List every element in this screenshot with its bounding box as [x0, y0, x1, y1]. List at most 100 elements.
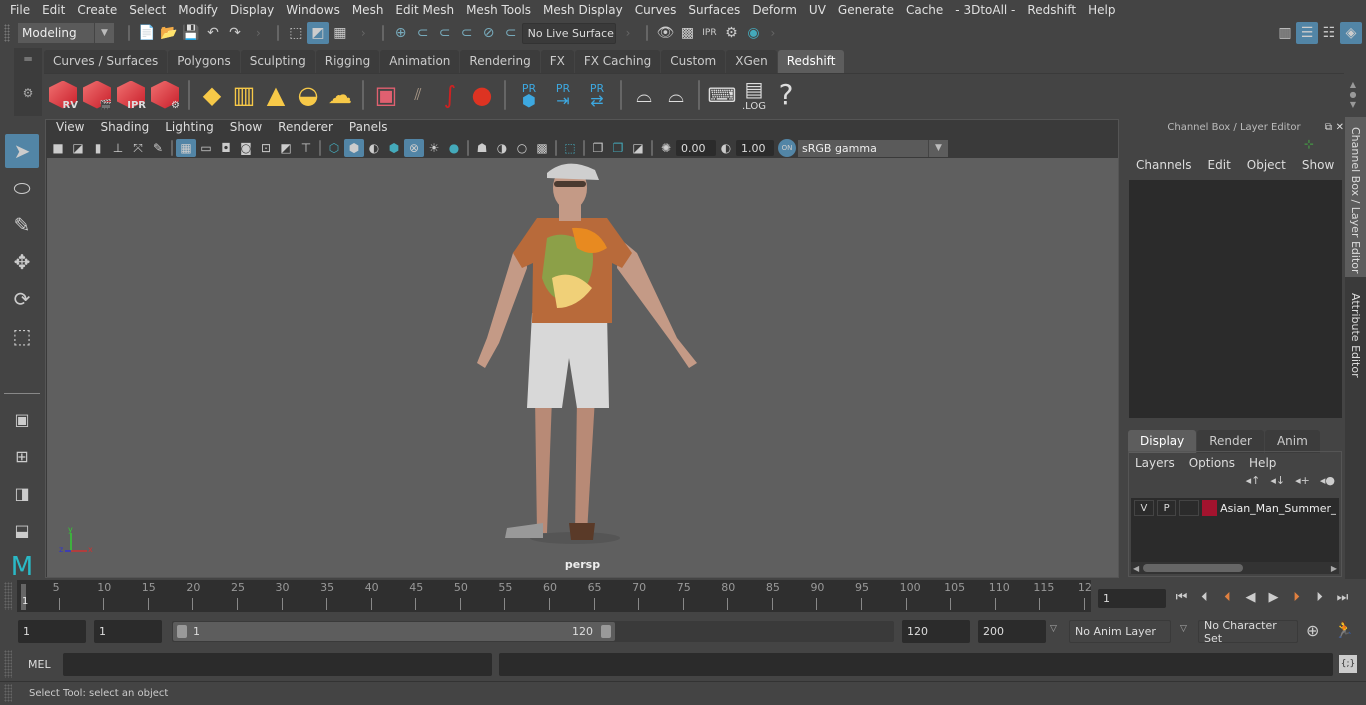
wireframe-icon[interactable]: ⬡	[324, 139, 344, 157]
resolution-gate-icon[interactable]: ◘	[216, 139, 236, 157]
play-forward-icon[interactable]: ▶	[1262, 586, 1285, 609]
anim-layer-dropdown[interactable]: No Anim Layer	[1069, 620, 1171, 643]
spot-light-icon[interactable]: ▲	[260, 77, 292, 113]
area-light-icon[interactable]: ◆	[196, 77, 228, 113]
range-end-handle[interactable]	[601, 625, 611, 638]
range-start-handle[interactable]	[177, 625, 187, 638]
step-back-key-icon[interactable]: ⏴	[1216, 586, 1239, 609]
tab-polygons[interactable]: Polygons	[168, 50, 240, 73]
menu-file[interactable]: File	[4, 3, 36, 17]
move-layer-up-icon[interactable]: ◂↑	[1246, 474, 1261, 492]
outliner-layout-icon[interactable]: ◨	[5, 476, 39, 510]
menu-generate[interactable]: Generate	[832, 3, 900, 17]
layer-display-type-toggle[interactable]	[1179, 500, 1200, 516]
motion-blur-icon[interactable]: ◑	[492, 139, 512, 157]
colorspace-dropdown[interactable]: sRGB gamma ▼	[798, 139, 948, 157]
layer-visibility-toggle[interactable]: V	[1134, 500, 1154, 516]
step-forward-frame-icon[interactable]: ⏵	[1308, 586, 1331, 609]
move-layer-down-icon[interactable]: ◂↓	[1270, 474, 1285, 492]
command-language-toggle[interactable]: MEL	[28, 658, 51, 671]
tab-fx-caching[interactable]: FX Caching	[574, 50, 661, 73]
tab-sculpting[interactable]: Sculpting	[240, 50, 315, 73]
menu-select[interactable]: Select	[123, 3, 172, 17]
character-set-dropdown-icon[interactable]: ▽	[1180, 624, 1187, 634]
channel-menu-object[interactable]: Object	[1247, 158, 1286, 172]
snap-surface-icon[interactable]: ⊘	[478, 22, 500, 44]
viewport-menu-show[interactable]: Show	[222, 120, 270, 138]
proxy-export-button[interactable]: PR ⬢	[512, 82, 546, 108]
collapse-icon[interactable]: ›	[361, 26, 366, 40]
script-editor-icon[interactable]: {;}	[1339, 655, 1357, 673]
safe-action-icon[interactable]: ◩	[276, 139, 296, 157]
new-scene-icon[interactable]: 📄	[136, 22, 158, 44]
channel-list[interactable]	[1129, 180, 1342, 418]
help-icon[interactable]: ?	[770, 77, 802, 113]
menu-uv[interactable]: UV	[803, 3, 832, 17]
select-object-icon[interactable]: ◩	[306, 22, 329, 44]
xray-icon[interactable]: ⬢	[384, 139, 404, 157]
redo-icon[interactable]: ↷	[224, 22, 246, 44]
shelf-scroll[interactable]: ▲ ● ▼	[1346, 80, 1360, 112]
workspace-dropdown[interactable]: Modeling ▼	[18, 23, 114, 43]
select-hierarchy-icon[interactable]: ⬚	[285, 22, 307, 44]
new-layer-icon[interactable]: ◂+	[1295, 474, 1310, 492]
menu-3dtoall[interactable]: - 3DtoAll -	[949, 3, 1021, 17]
redshift-ipr-button[interactable]: IPR	[114, 77, 148, 113]
tab-curves-surfaces[interactable]: Curves / Surfaces	[44, 50, 168, 73]
play-backward-icon[interactable]: ◀	[1239, 586, 1262, 609]
float-panel-icon[interactable]: ⧉	[1325, 122, 1332, 133]
render-current-icon[interactable]: ▩	[676, 22, 698, 44]
go-to-start-icon[interactable]: ⏮	[1170, 586, 1193, 609]
portal-light-icon[interactable]: ▥	[228, 77, 260, 113]
viewport-menu-lighting[interactable]: Lighting	[157, 120, 222, 138]
film-gate-icon[interactable]: ▭	[196, 139, 216, 157]
script-editor-icon[interactable]: ⌨	[706, 77, 738, 113]
tab-fx[interactable]: FX	[540, 50, 574, 73]
mesh-icon[interactable]: ∫	[434, 77, 466, 113]
snap-curve-icon[interactable]: ⊂	[412, 22, 434, 44]
character-set-dropdown[interactable]: No Character Set	[1198, 619, 1298, 645]
proxy-convert-button[interactable]: PR ⇄	[580, 82, 614, 108]
sphere-icon[interactable]: ●	[466, 77, 498, 113]
open-scene-icon[interactable]: 📂	[158, 22, 180, 44]
xray-joints-icon[interactable]: ❐	[588, 139, 608, 157]
bookmark-icon[interactable]: ▮	[88, 139, 108, 157]
animation-preferences-icon[interactable]: 🏃	[1334, 620, 1354, 639]
layer-tab-render[interactable]: Render	[1197, 430, 1264, 453]
save-scene-icon[interactable]: 💾	[180, 22, 202, 44]
textured-icon[interactable]: ⊗	[404, 139, 424, 157]
viewport-menu-panels[interactable]: Panels	[341, 120, 396, 138]
select-component-icon[interactable]: ▦	[329, 22, 351, 44]
tab-attribute-editor[interactable]: Attribute Editor	[1345, 283, 1366, 383]
channel-box-icon[interactable]: ◈	[1340, 22, 1362, 44]
step-forward-key-icon[interactable]: ⏵	[1285, 586, 1308, 609]
layer-row[interactable]: V P Asian_Man_Summer_C	[1131, 498, 1339, 518]
tab-xgen[interactable]: XGen	[726, 50, 777, 73]
manipulator-icon[interactable]: ⊹	[1124, 137, 1344, 155]
collapse-icon[interactable]: ›	[626, 26, 631, 40]
layer-name[interactable]: Asian_Man_Summer_C	[1220, 502, 1336, 515]
sun-sky-icon[interactable]: ☁	[324, 77, 356, 113]
layer-tab-display[interactable]: Display	[1128, 430, 1197, 453]
time-slider[interactable]: 1 5 10 15 20 25 30 35 40 45 50 55 60 65 70 75 80 85 90 95 1…	[17, 580, 1092, 612]
lights-icon[interactable]: ☀	[424, 139, 444, 157]
lasso-tool-icon[interactable]: ⬭	[5, 171, 39, 205]
shelf-settings-icon[interactable]: ⚙	[14, 86, 42, 100]
menu-help[interactable]: Help	[1082, 3, 1121, 17]
tab-rigging[interactable]: Rigging	[315, 50, 380, 73]
live-surface-field[interactable]: No Live Surface	[521, 22, 616, 44]
redshift-batch-render-button[interactable]: 🎬	[80, 77, 114, 113]
anim-layer-dropdown-icon[interactable]: ▽	[1050, 624, 1057, 634]
pan-zoom-icon[interactable]: ⤧	[128, 139, 148, 157]
antialiasing-icon[interactable]: ○	[512, 139, 532, 157]
depth-of-field-icon[interactable]: ▩	[532, 139, 552, 157]
auto-key-icon[interactable]: ⊕	[1306, 621, 1319, 640]
ambient-occlusion-icon[interactable]: ☗	[472, 139, 492, 157]
four-pane-layout-icon[interactable]: ⊞	[5, 439, 39, 473]
menu-edit-mesh[interactable]: Edit Mesh	[389, 3, 460, 17]
two-pane-layout-icon[interactable]: ⬓	[5, 513, 39, 547]
render-settings-icon[interactable]: ⚙	[720, 22, 742, 44]
tool-settings-icon[interactable]: ☷	[1318, 22, 1340, 44]
3d-viewport[interactable]: persp y x z	[47, 158, 1118, 577]
menu-curves[interactable]: Curves	[629, 3, 683, 17]
